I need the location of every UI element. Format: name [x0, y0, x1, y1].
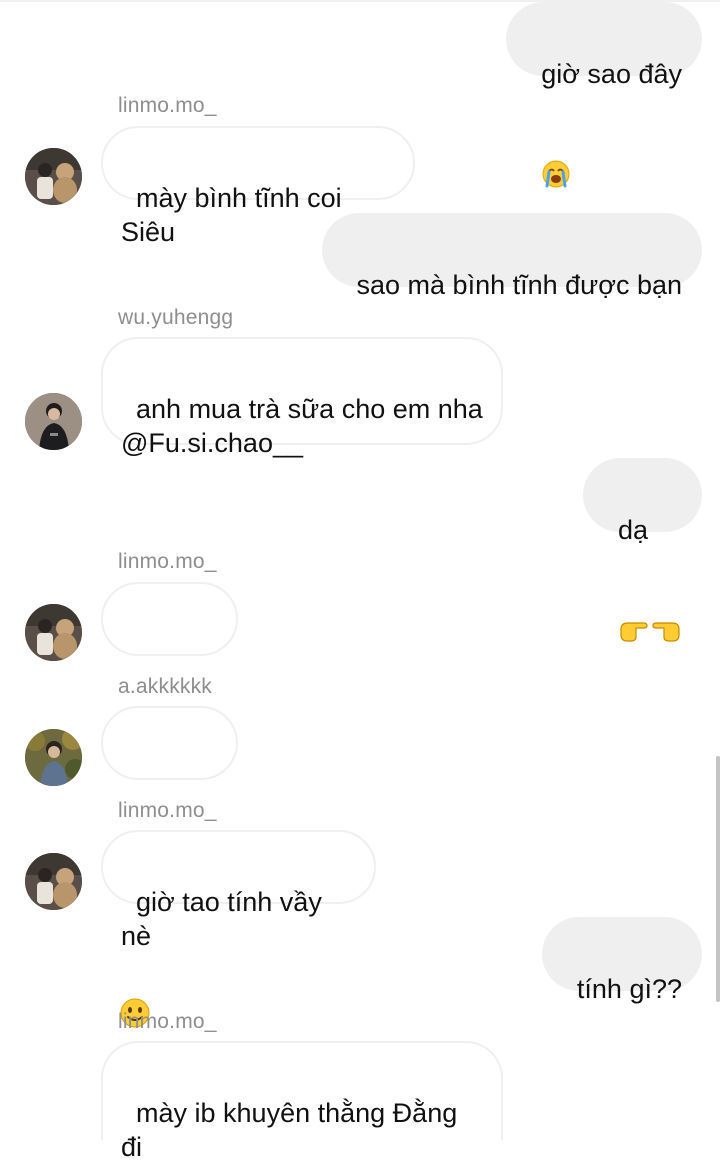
avatar-linmo[interactable]: [25, 604, 82, 661]
avatar-linmo[interactable]: [25, 148, 82, 205]
incoming-message[interactable]: [101, 582, 238, 904]
sender-name: linmo.mo_: [118, 550, 217, 573]
incoming-message[interactable]: giờ tao tính vầy nè: [101, 830, 376, 951]
message-text: mày bình tĩnh coi Siêu: [121, 183, 350, 247]
avatar-akkk[interactable]: [25, 729, 82, 786]
sender-name: wu.yuhengg: [118, 306, 234, 329]
incoming-message[interactable]: mày bình tĩnh coi Siêu: [101, 126, 415, 247]
message-text: mày ib khuyên thằng Đằng đi: [121, 1098, 458, 1162]
message-text: giờ sao đây: [541, 59, 682, 89]
incoming-message[interactable]: [101, 706, 238, 1028]
sender-name: linmo.mo_: [118, 799, 217, 822]
incoming-message[interactable]: mày ib khuyên thằng Đằng đi: [101, 1041, 503, 1162]
message-text: dạ: [618, 515, 649, 545]
outgoing-message[interactable]: giờ sao đây: [506, 2, 702, 188]
outgoing-message[interactable]: sao mà bình tĩnh được bạn: [321, 213, 702, 399]
scrollbar[interactable]: [716, 756, 720, 1002]
sender-name: a.akkkkkk: [118, 675, 212, 698]
outgoing-message[interactable]: dạ: [582, 458, 702, 642]
message-text: anh mua trà sữa cho em nha @Fu.si.chao__: [121, 394, 483, 458]
sender-name: linmo.mo_: [118, 1010, 217, 1033]
message-text: tính gì??: [576, 974, 682, 1004]
avatar-linmo[interactable]: [25, 853, 82, 910]
pointing-hands-icon: [618, 547, 682, 713]
avatar-wu[interactable]: [25, 393, 82, 450]
outgoing-message[interactable]: tính gì??: [541, 917, 702, 1004]
sender-name: linmo.mo_: [118, 94, 217, 117]
message-text: sao mà bình tĩnh được bạn: [356, 270, 682, 300]
incoming-message[interactable]: anh mua trà sữa cho em nha @Fu.si.chao__: [101, 337, 503, 458]
